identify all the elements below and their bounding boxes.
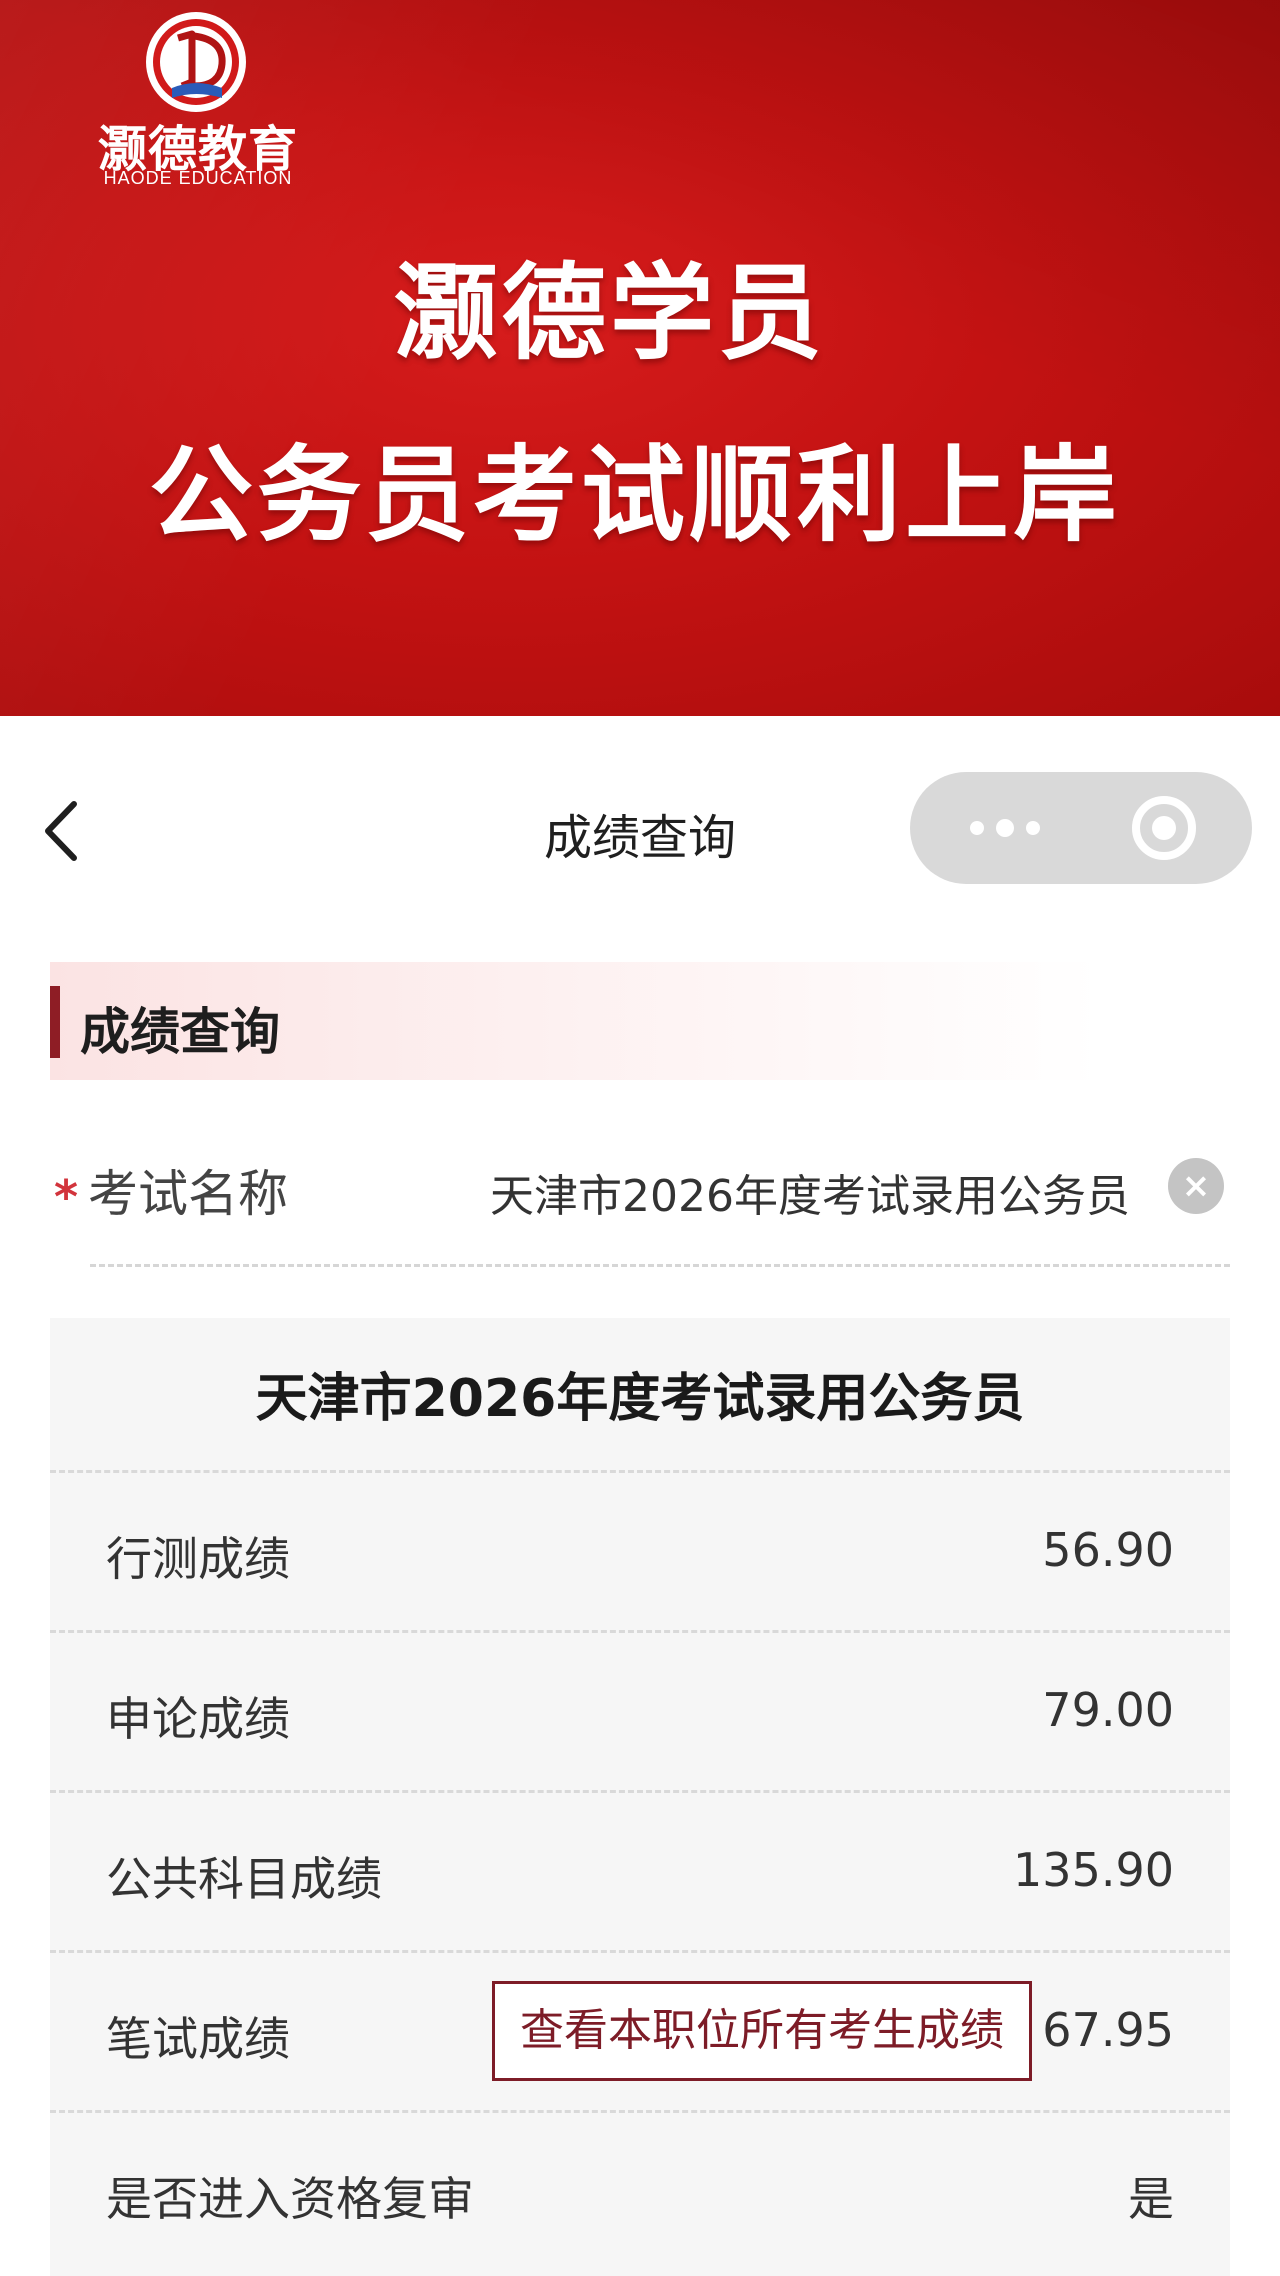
more-dots-icon	[996, 819, 1014, 837]
required-marker: *	[54, 1170, 79, 1224]
more-button[interactable]	[950, 772, 1060, 884]
score-value: 135.90	[1013, 1843, 1174, 1897]
score-card-title: 天津市2026年度考试录用公务员	[255, 1369, 1025, 1429]
section-accent-bar	[50, 986, 60, 1058]
close-miniprogram-button[interactable]	[1132, 796, 1196, 860]
score-label: 是否进入资格复审	[106, 2172, 474, 2226]
score-value: 67.95	[1042, 2003, 1174, 2057]
score-value: 56.90	[1042, 1523, 1174, 1577]
score-value: 79.00	[1042, 1683, 1174, 1737]
more-dots-icon	[970, 821, 984, 835]
score-label: 行测成绩	[106, 1532, 290, 1586]
clear-icon[interactable]: ×	[1168, 1158, 1224, 1214]
banner-headline-1: 灏德学员	[393, 252, 826, 374]
score-row-written-exam: 笔试成绩 查看本职位所有考生成绩 67.95	[50, 1950, 1230, 2110]
exam-name-label: 考试名称	[88, 1165, 288, 1223]
score-row-xingce: 行测成绩 56.90	[50, 1470, 1230, 1630]
field-divider	[90, 1264, 1230, 1267]
score-label: 申论成绩	[106, 1692, 290, 1746]
score-label: 笔试成绩	[106, 2012, 290, 2066]
score-card: 天津市2026年度考试录用公务员 行测成绩 56.90 申论成绩 79.00 公…	[50, 1318, 1230, 2276]
more-dots-icon	[1026, 821, 1040, 835]
view-position-scores-button[interactable]: 查看本职位所有考生成绩	[492, 1981, 1032, 2081]
miniprogram-capsule	[910, 772, 1252, 884]
score-row-public-subjects: 公共科目成绩 135.90	[50, 1790, 1230, 1950]
score-row-shenlun: 申论成绩 79.00	[50, 1630, 1230, 1790]
banner-headline-2: 公务员考试顺利上岸	[148, 434, 1121, 556]
score-label: 公共科目成绩	[106, 1852, 382, 1906]
score-row-qualification-review: 是否进入资格复审 是	[50, 2110, 1230, 2270]
exam-name-field: * 考试名称 天津市2026年度考试录用公务员 ×	[50, 1130, 1230, 1267]
section-header: 成绩查询	[50, 962, 1100, 1080]
promo-banner: 灏德教育 HAODE EDUCATION 灏德学员 公务员考试顺利上岸	[0, 0, 1280, 716]
nav-bar: 成绩查询	[0, 716, 1280, 952]
haode-logo: 灏德教育 HAODE EDUCATION	[80, 6, 316, 188]
logo-emblem-icon	[146, 12, 246, 112]
exam-name-value[interactable]: 天津市2026年度考试录用公务员	[490, 1160, 1190, 1224]
score-value: 是	[1128, 2172, 1174, 2226]
section-title: 成绩查询	[80, 1003, 280, 1061]
logo-subtitle: HAODE EDUCATION	[103, 168, 293, 188]
